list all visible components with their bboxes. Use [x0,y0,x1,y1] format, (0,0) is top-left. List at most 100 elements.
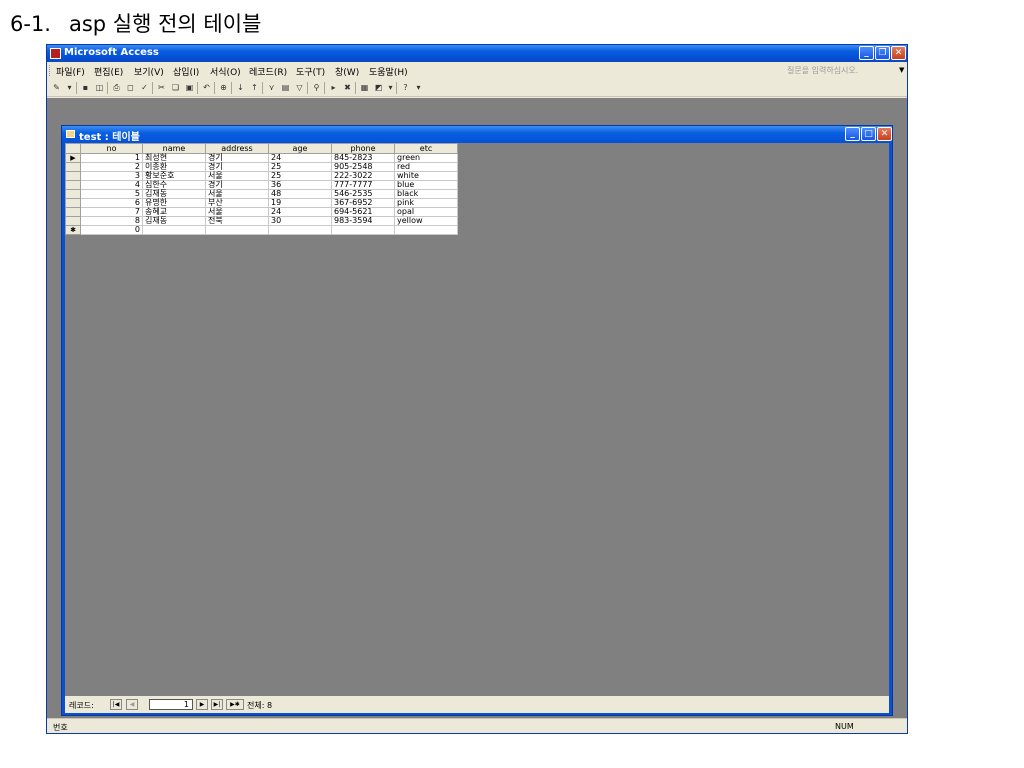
current-record-input[interactable]: 1 [149,699,193,710]
help-question-input[interactable]: 질문을 입력하십시오. [787,65,867,76]
table-window-title: test : 테이블 [79,132,140,143]
access-window: Microsoft Access _ ❐ ✕ 파일(F) 편집(E) 보기(V)… [46,44,908,734]
database-window-icon[interactable]: ▦ [359,83,370,93]
print-icon[interactable]: ⎙ [111,83,122,93]
header-row: no name address age phone etc [65,143,458,154]
minimize-icon[interactable]: _ [845,127,860,141]
cell-phone[interactable] [331,225,395,235]
close-icon[interactable]: ✕ [891,46,906,60]
column-header-etc[interactable]: etc [394,143,458,154]
toolbar-options-icon[interactable]: ▾ [413,83,424,93]
cell-no[interactable]: 6 [80,198,143,208]
sort-ascending-icon[interactable]: ↓ [235,83,246,93]
paste-icon[interactable]: ▣ [184,83,195,93]
document-heading: 6-1. asp 실행 전의 테이블 [10,8,261,38]
next-record-icon[interactable]: ▶ [196,699,208,710]
app-titlebar[interactable]: Microsoft Access _ ❐ ✕ [47,45,907,62]
search-file-icon[interactable]: ◫ [94,83,105,93]
cell-no[interactable]: 4 [80,180,143,190]
column-header-age[interactable]: age [268,143,332,154]
toolbar-separator [107,82,108,94]
cell-etc[interactable] [394,225,458,235]
menu-format[interactable]: 서식(O) [210,65,241,78]
cell-no[interactable]: 5 [80,189,143,199]
row-selector[interactable] [65,198,81,208]
column-header-address[interactable]: address [205,143,269,154]
new-object-icon[interactable]: ◩ [373,83,384,93]
cell-no[interactable]: 2 [80,162,143,172]
cell-name[interactable] [142,225,206,235]
restore-icon[interactable]: ❐ [875,46,890,60]
filter-by-form-icon[interactable]: ▤ [280,83,291,93]
row-selector[interactable] [65,189,81,199]
save-icon[interactable]: ▪ [80,83,91,93]
first-record-icon[interactable]: |◀ [110,699,122,710]
toolbar-separator [355,82,356,94]
find-icon[interactable]: ⚲ [311,83,322,93]
cell-no[interactable]: 3 [80,171,143,181]
menu-grip[interactable] [49,65,51,76]
last-record-icon[interactable]: ▶| [211,699,223,710]
sort-descending-icon[interactable]: ↑ [249,83,260,93]
menu-edit[interactable]: 편집(E) [94,65,123,78]
undo-icon[interactable]: ↶ [201,83,212,93]
chevron-down-icon[interactable]: ▾ [385,83,396,93]
table-icon[interactable] [66,130,75,138]
cell-no[interactable]: 1 [80,153,143,163]
copy-icon[interactable]: ❏ [170,83,181,93]
table-row[interactable]: 8 김재동 전북 30 983-3594 yellow [65,216,458,226]
new-record-nav-icon[interactable]: ▶✱ [226,699,244,710]
row-selector[interactable] [65,171,81,181]
column-header-name[interactable]: name [142,143,206,154]
cell-etc[interactable]: yellow [394,216,458,226]
cell-age[interactable]: 30 [268,216,332,226]
row-selector[interactable] [65,180,81,190]
row-selector[interactable] [65,162,81,172]
hyperlink-icon[interactable]: ⊕ [218,83,229,93]
record-navigator: 레코드: |◀ ◀ 1 ▶ ▶| ▶✱ 전체: 8 [65,696,889,713]
minimize-icon[interactable]: _ [859,46,874,60]
cell-address[interactable]: 전북 [205,216,269,226]
new-record-marker[interactable]: ✱ [65,225,81,235]
column-header-phone[interactable]: phone [331,143,395,154]
filter-by-selection-icon[interactable]: ⋎ [266,83,277,93]
new-record-icon[interactable]: ▸ [328,83,339,93]
menu-tools[interactable]: 도구(T) [296,65,325,78]
cell-no[interactable]: 0 [80,225,143,235]
menu-file[interactable]: 파일(F) [56,65,85,78]
column-header-no[interactable]: no [80,143,143,154]
row-selector[interactable] [65,207,81,217]
row-selector[interactable] [65,216,81,226]
cut-icon[interactable]: ✂ [156,83,167,93]
cell-phone[interactable]: 983-3594 [331,216,395,226]
current-record-indicator[interactable]: ▶ [65,153,81,163]
delete-record-icon[interactable]: ✖ [342,83,353,93]
menu-records[interactable]: 레코드(R) [249,65,287,78]
print-preview-icon[interactable]: ◻ [125,83,136,93]
cell-age[interactable] [268,225,332,235]
mdi-workspace: test : 테이블 _ □ ✕ no name address age pho… [47,98,907,718]
datasheet-grid: no name address age phone etc ▶ 1 최성현 경기 24 8… [65,143,458,235]
close-icon[interactable]: ✕ [877,127,892,141]
apply-filter-icon[interactable]: ▽ [294,83,305,93]
num-lock-indicator: NUM [835,722,854,731]
select-all-corner[interactable] [65,143,81,154]
previous-record-icon[interactable]: ◀ [126,699,138,710]
access-key-icon[interactable] [50,48,61,59]
menu-view[interactable]: 보기(V) [134,65,164,78]
view-icon[interactable]: ✎ [51,83,62,93]
new-record-row[interactable]: ✱ 0 [65,225,458,235]
menu-help[interactable]: 도움말(H) [369,65,408,78]
maximize-icon[interactable]: □ [861,127,876,141]
spelling-icon[interactable]: ✓ [139,83,150,93]
chevron-down-icon[interactable]: ▾ [64,83,75,93]
cell-no[interactable]: 8 [80,216,143,226]
help-icon[interactable]: ? [400,83,411,93]
cell-name[interactable]: 김재동 [142,216,206,226]
table-window-titlebar[interactable]: test : 테이블 _ □ ✕ [62,126,892,143]
menu-window[interactable]: 창(W) [335,65,359,78]
menu-insert[interactable]: 삽입(I) [173,65,199,78]
chevron-down-icon[interactable]: ▼ [899,66,904,74]
cell-no[interactable]: 7 [80,207,143,217]
cell-address[interactable] [205,225,269,235]
